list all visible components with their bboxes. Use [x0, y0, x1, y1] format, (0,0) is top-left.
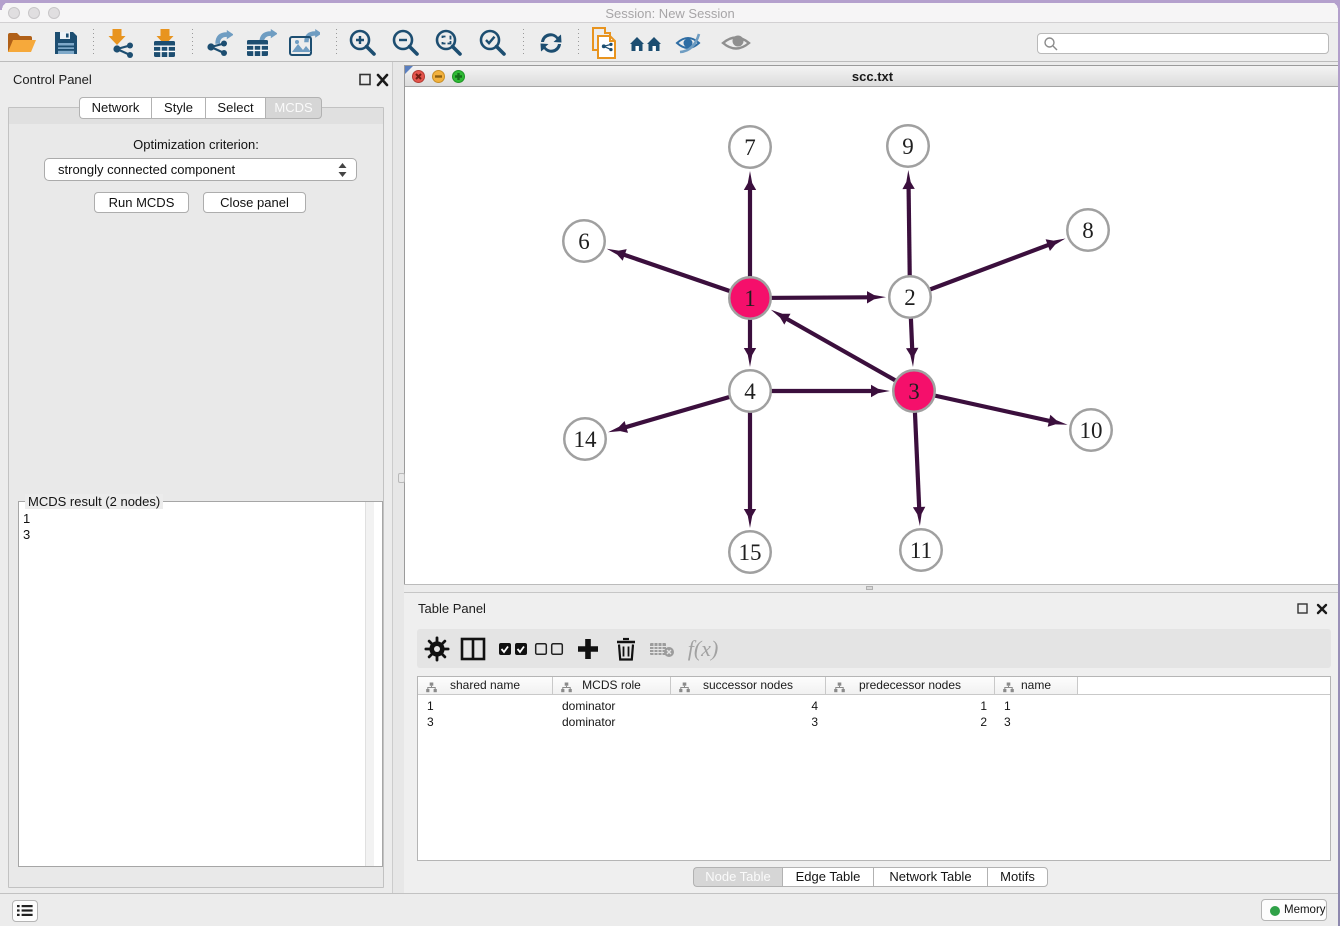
svg-text:6: 6 [578, 229, 590, 254]
svg-text:14: 14 [574, 427, 598, 452]
svg-text:3: 3 [908, 379, 920, 404]
svg-text:7: 7 [744, 135, 756, 160]
svg-text:4: 4 [744, 379, 756, 404]
svg-text:9: 9 [902, 134, 914, 159]
svg-text:1: 1 [744, 286, 756, 311]
svg-text:8: 8 [1082, 218, 1094, 243]
svg-text:2: 2 [904, 285, 916, 310]
svg-text:15: 15 [739, 540, 762, 565]
svg-text:11: 11 [910, 538, 932, 563]
svg-text:10: 10 [1080, 418, 1103, 443]
